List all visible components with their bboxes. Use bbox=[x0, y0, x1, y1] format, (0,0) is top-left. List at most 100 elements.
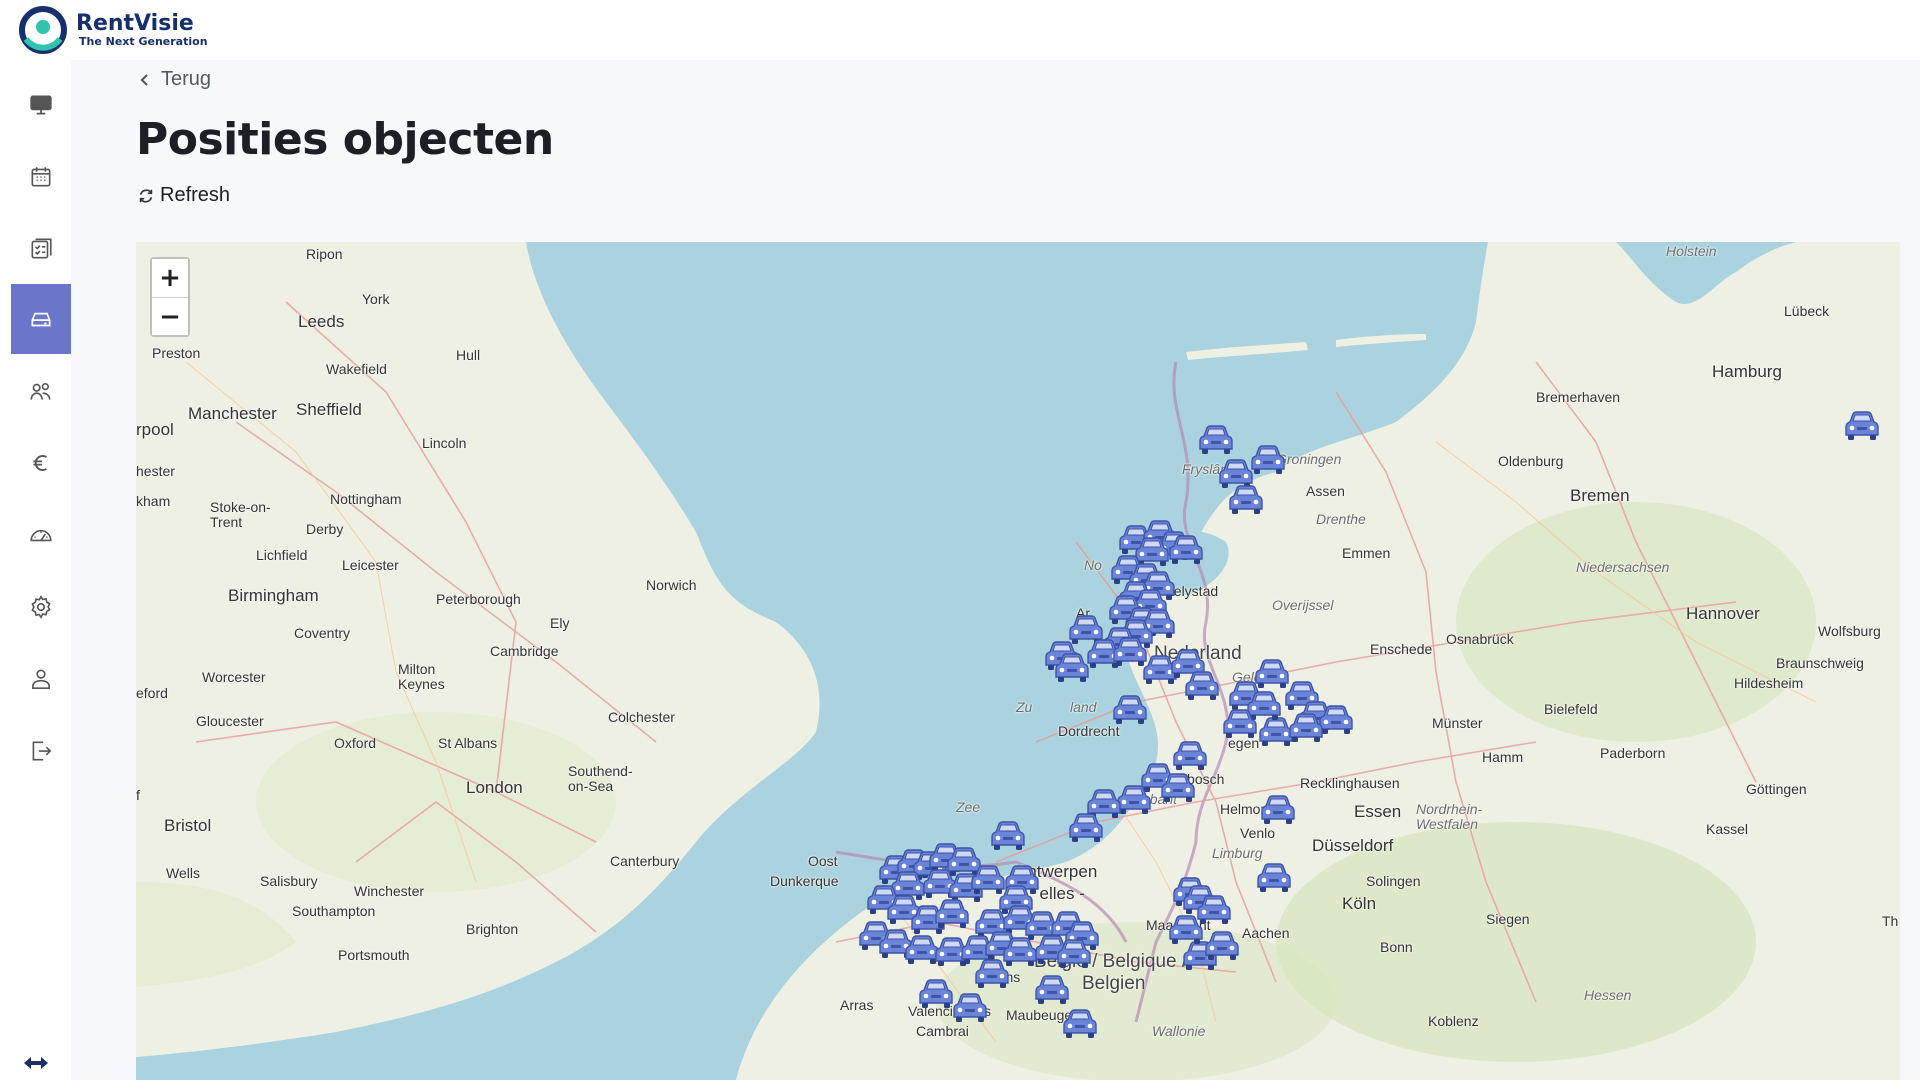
car-icon bbox=[1169, 535, 1203, 564]
car-icon bbox=[1261, 795, 1295, 824]
sidebar-item-logout[interactable] bbox=[11, 716, 71, 786]
map-label-bonn: Bonn bbox=[1380, 939, 1413, 955]
vehicle-marker[interactable] bbox=[1258, 792, 1298, 828]
back-link[interactable]: Terug bbox=[138, 68, 211, 91]
map-label-york: York bbox=[362, 291, 390, 307]
user-icon bbox=[32, 669, 50, 690]
vehicle-marker[interactable] bbox=[1066, 810, 1106, 846]
vehicle-marker[interactable] bbox=[1158, 770, 1198, 806]
users-icon bbox=[30, 383, 51, 400]
map-label-drenthe: Drenthe bbox=[1316, 511, 1366, 527]
vehicle-marker[interactable] bbox=[1254, 860, 1294, 896]
map-label-southend: Southend- on-Sea bbox=[568, 763, 633, 794]
map-label-peterborough: Peterborough bbox=[436, 591, 521, 607]
map-label-hester: hester bbox=[136, 463, 175, 479]
map-label-bristol: Bristol bbox=[164, 816, 212, 835]
car-icon bbox=[1035, 975, 1069, 1004]
zoom-in-button[interactable]: + bbox=[152, 259, 188, 297]
sidebar bbox=[0, 60, 71, 1080]
sidebar-item-dashboard[interactable] bbox=[11, 70, 71, 140]
map-label-nottingham: Nottingham bbox=[330, 491, 402, 507]
map-label-leeds: Leeds bbox=[298, 312, 345, 331]
map-label-milton: Milton Keynes bbox=[398, 661, 445, 692]
gear-icon bbox=[31, 595, 51, 619]
car-icon bbox=[1845, 411, 1879, 440]
monitor-icon bbox=[30, 95, 52, 115]
refresh-label: Refresh bbox=[160, 184, 231, 206]
zoom-control: + − bbox=[150, 257, 190, 337]
object-positions-map[interactable]: + − Ripon York Leeds Preston Hull Wakefield Ma… bbox=[136, 242, 1900, 1080]
sidebar-item-tasks[interactable] bbox=[11, 214, 71, 284]
map-label-wells: Wells bbox=[166, 865, 200, 881]
vehicle-marker[interactable] bbox=[1842, 408, 1882, 444]
sidebar-item-reports[interactable] bbox=[11, 500, 71, 570]
map-label-limburg: Limburg bbox=[1212, 845, 1263, 861]
vehicle-marker[interactable] bbox=[1202, 928, 1242, 964]
map-label-nordrhein: Nordrhein- Westfalen bbox=[1416, 801, 1483, 832]
vehicle-marker[interactable] bbox=[932, 896, 972, 932]
vehicle-marker[interactable] bbox=[1220, 706, 1260, 742]
map-label-belgien: Belgien bbox=[1082, 973, 1146, 994]
map-label-hull: Hull bbox=[456, 347, 481, 363]
vehicle-marker[interactable] bbox=[1182, 668, 1222, 704]
map-label-aachen: Aachen bbox=[1242, 925, 1290, 941]
vehicle-marker[interactable] bbox=[1060, 1006, 1100, 1042]
car-icon bbox=[953, 993, 987, 1022]
vehicle-marker[interactable] bbox=[988, 818, 1028, 854]
map-label-venlo: Venlo bbox=[1240, 825, 1276, 841]
map-label-gottingen: Göttingen bbox=[1746, 781, 1807, 797]
vehicle-marker[interactable] bbox=[1032, 972, 1072, 1008]
map-label-preston: Preston bbox=[152, 345, 201, 361]
map-label-no: No bbox=[1084, 557, 1102, 573]
refresh-button[interactable]: Refresh bbox=[137, 184, 230, 207]
map-label-assen: Assen bbox=[1306, 483, 1345, 499]
map-label-portsmouth: Portsmouth bbox=[338, 947, 410, 963]
map-label-koblenz: Koblenz bbox=[1428, 1013, 1479, 1029]
map-label-hamburg: Hamburg bbox=[1712, 362, 1782, 381]
map-label-niedersachsen: Niedersachsen bbox=[1576, 559, 1670, 575]
rentvisie-logo-icon bbox=[19, 6, 67, 54]
sidebar-item-planning[interactable] bbox=[11, 142, 71, 212]
map-label-bremerhaven: Bremerhaven bbox=[1536, 389, 1621, 405]
expand-arrows-icon[interactable] bbox=[22, 1052, 50, 1074]
car-icon bbox=[1257, 863, 1291, 892]
map-label-dunkerque: Dunkerque bbox=[770, 873, 839, 889]
sidebar-item-customers[interactable] bbox=[11, 356, 71, 426]
map-label-essen: Essen bbox=[1354, 802, 1402, 821]
map-label-koln: Köln bbox=[1342, 894, 1377, 913]
vehicle-marker[interactable] bbox=[1194, 892, 1234, 928]
vehicle-marker[interactable] bbox=[1110, 692, 1150, 728]
logo[interactable]: RentVisie The Next Generation bbox=[18, 5, 208, 55]
map-label-kassel: Kassel bbox=[1706, 821, 1749, 837]
sidebar-item-objects[interactable] bbox=[11, 284, 71, 354]
vehicle-marker[interactable] bbox=[950, 990, 990, 1026]
map-label-southampton: Southampton bbox=[292, 903, 376, 919]
map-label-leicester: Leicester bbox=[342, 557, 399, 573]
vehicle-marker[interactable] bbox=[1054, 936, 1094, 972]
vehicle-marker[interactable] bbox=[1226, 482, 1266, 518]
map-label-paderborn: Paderborn bbox=[1600, 745, 1666, 761]
vehicle-marker[interactable] bbox=[1196, 422, 1236, 458]
map-label-zuid: Zu bbox=[1016, 699, 1033, 715]
map-label-ely: Ely bbox=[550, 615, 570, 631]
sidebar-item-finance[interactable] bbox=[11, 428, 71, 498]
map-label-bremen: Bremen bbox=[1570, 486, 1630, 505]
sidebar-item-account[interactable] bbox=[11, 644, 71, 714]
vehicle-marker[interactable] bbox=[1166, 532, 1206, 568]
logout-icon bbox=[32, 741, 52, 761]
car-icon bbox=[991, 821, 1025, 850]
vehicle-marker[interactable] bbox=[972, 956, 1012, 992]
vehicle-marker[interactable] bbox=[1286, 710, 1326, 746]
car-icon bbox=[1113, 695, 1147, 724]
inbox-tray-icon bbox=[31, 312, 51, 327]
map-label-hessen: Hessen bbox=[1584, 987, 1632, 1003]
zoom-out-button[interactable]: − bbox=[152, 297, 188, 335]
map-label-derby: Derby bbox=[306, 521, 344, 537]
map-label-holstein: Holstein bbox=[1666, 243, 1717, 259]
vehicle-marker[interactable] bbox=[1052, 650, 1092, 686]
map-label-sheffield: Sheffield bbox=[296, 400, 362, 419]
sidebar-item-settings[interactable] bbox=[11, 572, 71, 642]
brand-name: RentVisie bbox=[76, 10, 194, 36]
map-label-lubeck: Lübeck bbox=[1784, 303, 1830, 319]
map-label-lichfield: Lichfield bbox=[256, 547, 308, 563]
